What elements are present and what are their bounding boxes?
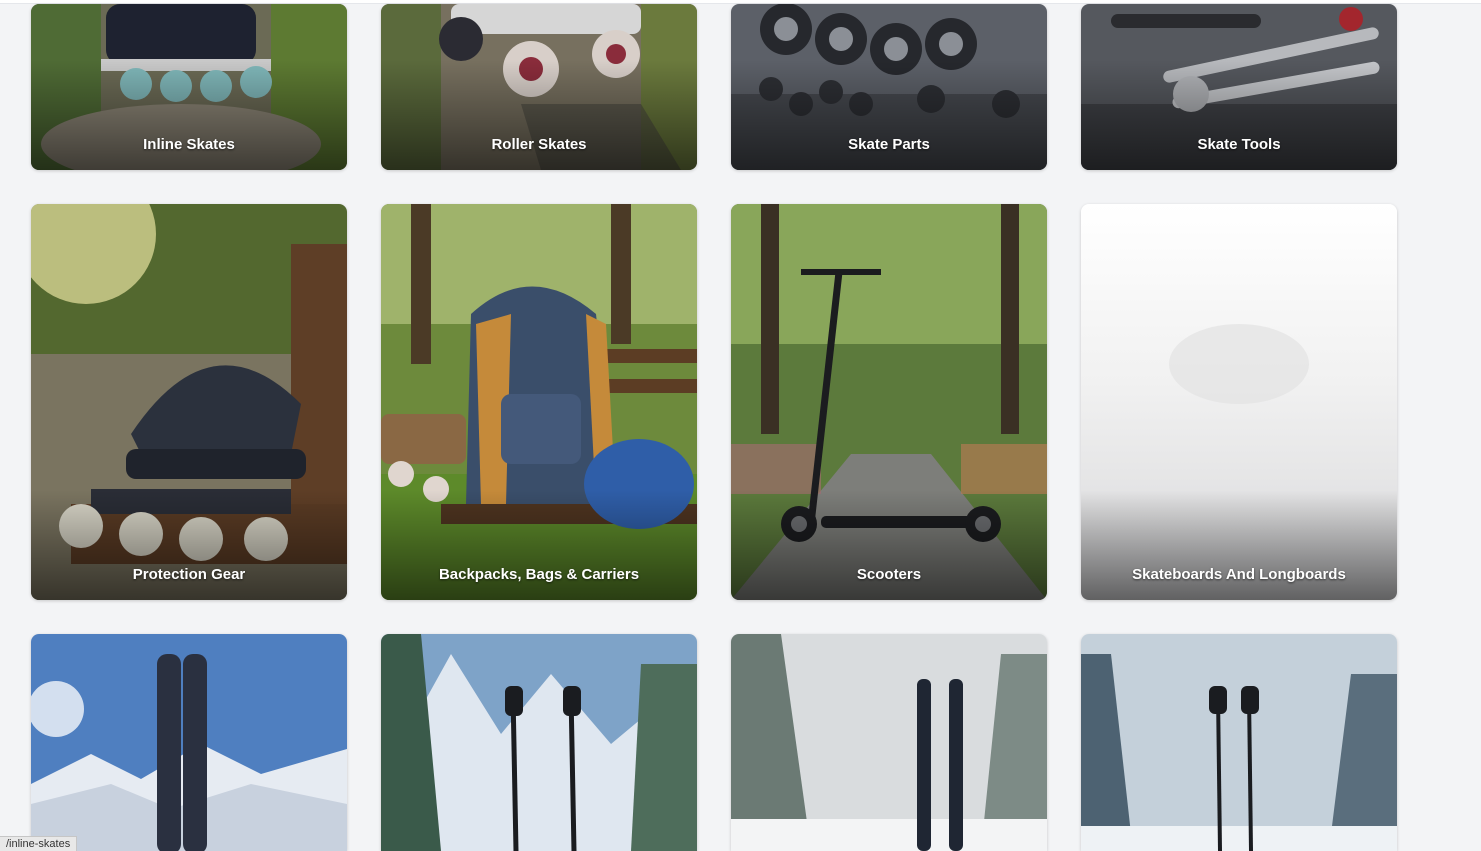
ski-poles-forest-image — [1081, 634, 1397, 851]
category-card-skate-parts[interactable]: Skate Parts — [731, 4, 1047, 170]
category-card-backpacks[interactable]: Backpacks, Bags & Carriers — [381, 204, 697, 600]
category-label: Skateboards And Longboards — [1132, 566, 1346, 583]
category-label: Roller Skates — [491, 136, 587, 153]
category-label: Protection Gear — [132, 566, 246, 583]
category-card-skate-tools[interactable]: Skate Tools — [1081, 4, 1397, 170]
category-label: Inline Skates — [143, 136, 235, 153]
category-card-skis-mountain[interactable] — [31, 634, 347, 851]
category-card-ski-poles-forest[interactable] — [1081, 634, 1397, 851]
skis-forest-image — [731, 634, 1047, 851]
category-card-skateboards[interactable]: Skateboards And Longboards — [1081, 204, 1397, 600]
category-card-roller-skates[interactable]: Roller Skates — [381, 4, 697, 170]
category-label: Backpacks, Bags & Carriers — [438, 566, 640, 583]
category-card-scooters[interactable]: Scooters — [731, 204, 1047, 600]
ski-poles-mountain-image — [381, 634, 697, 851]
category-card-ski-poles-mountain[interactable] — [381, 634, 697, 851]
category-label: Skate Tools — [1197, 136, 1281, 153]
category-card-skis-forest[interactable] — [731, 634, 1047, 851]
category-label: Scooters — [856, 566, 922, 583]
status-bar-url: /inline-skates — [0, 836, 78, 851]
category-label: Skate Parts — [848, 136, 930, 153]
skis-mountain-image — [31, 634, 347, 851]
category-card-inline-skates[interactable]: Inline Skates — [31, 4, 347, 170]
category-card-protection-gear[interactable]: Protection Gear — [31, 204, 347, 600]
